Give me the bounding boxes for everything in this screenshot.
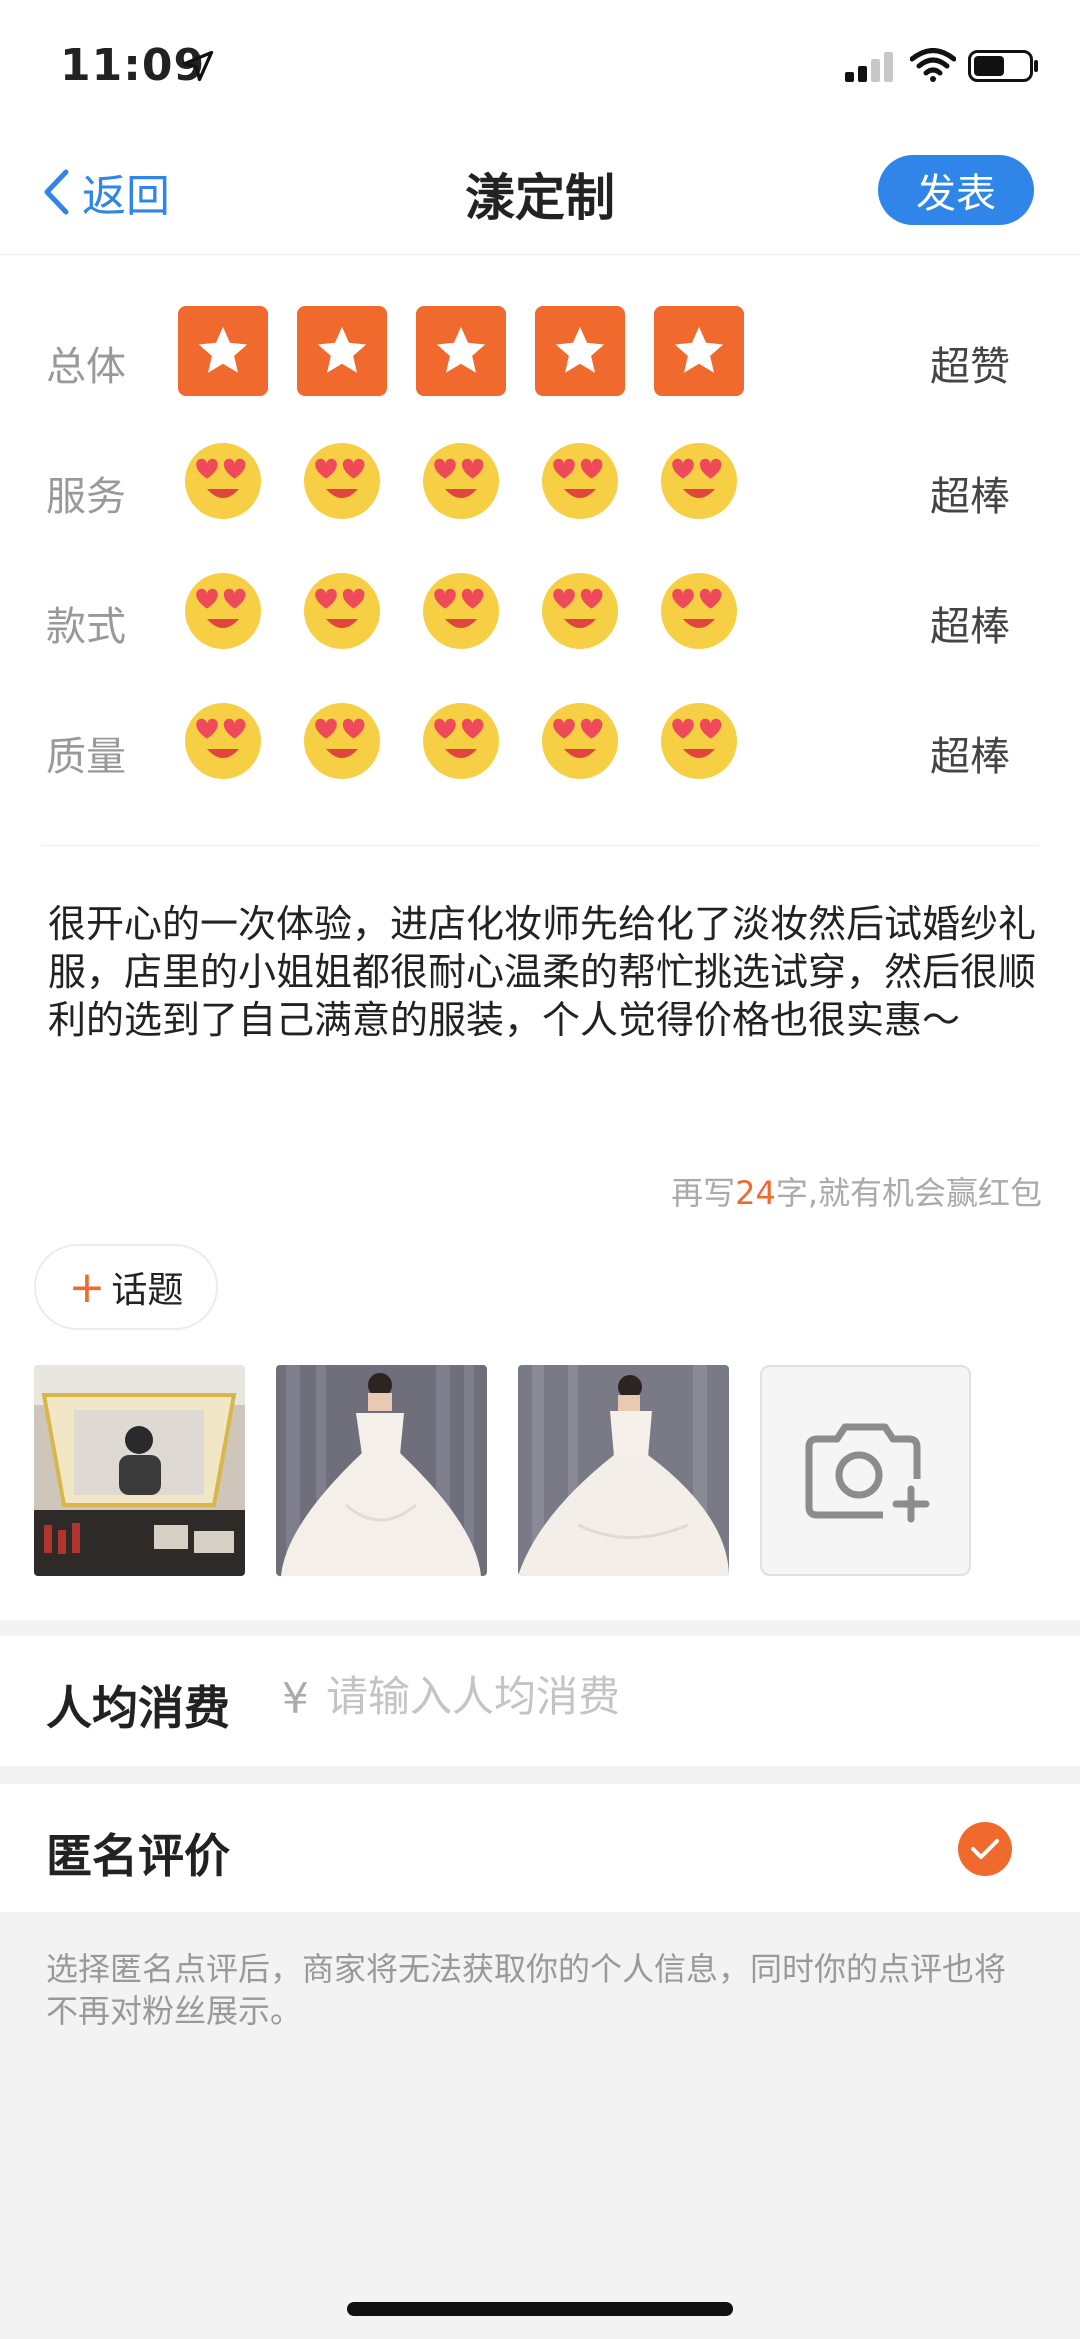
anonymous-review-row[interactable]: 匿名评价 (0, 1784, 1080, 1912)
star-icon[interactable] (535, 306, 625, 396)
heart-eyes-emoji-icon[interactable] (416, 436, 506, 526)
rating-label: 服务 (46, 474, 126, 520)
rating-row-overall: 总体 超赞 (0, 302, 1080, 412)
anonymous-note: 选择匿名点评后，商家将无法获取你的个人信息，同时你的点评也将不再对粉丝展示。 (46, 1950, 1007, 2030)
rating-value: 超赞 (930, 344, 1010, 390)
emoji-rating (178, 566, 744, 656)
rating-label: 质量 (46, 734, 126, 780)
heart-eyes-emoji-icon[interactable] (654, 696, 744, 786)
location-arrow-icon (182, 50, 214, 82)
heart-eyes-emoji-icon[interactable] (297, 566, 387, 656)
camera-plus-icon (805, 1423, 929, 1522)
heart-eyes-emoji-icon[interactable] (416, 696, 506, 786)
heart-eyes-emoji-icon[interactable] (178, 566, 268, 656)
star-icon[interactable] (297, 306, 387, 396)
review-text-area[interactable]: 很开心的一次体验，进店化妆师先给化了淡妆然后试婚纱礼服，店里的小姐姐都很耐心温柔… (48, 900, 1048, 1044)
heart-eyes-emoji-icon[interactable] (416, 566, 506, 656)
hint-suffix: 字,就有机会赢红包 (775, 1174, 1042, 1212)
wifi-icon (910, 48, 956, 82)
heart-eyes-emoji-icon[interactable] (178, 436, 268, 526)
rating-row-quality: 质量 超棒 (0, 692, 1080, 802)
battery-icon (968, 50, 1038, 82)
average-spend-label: 人均消费 (46, 1681, 230, 1735)
rating-row-service: 服务 超棒 (0, 432, 1080, 542)
heart-eyes-emoji-icon[interactable] (535, 696, 625, 786)
star-icon[interactable] (178, 306, 268, 396)
add-photo-button[interactable] (760, 1365, 971, 1576)
topic-label: 话题 (111, 1270, 184, 1311)
anonymous-review-label: 匿名评价 (46, 1829, 230, 1883)
average-spend-row: 人均消费 ¥ (0, 1636, 1080, 1766)
nav-bar: 返回 漾定制 发表 (0, 130, 1080, 255)
heart-eyes-emoji-icon[interactable] (178, 696, 268, 786)
add-topic-button[interactable]: + 话题 (34, 1244, 218, 1330)
heart-eyes-emoji-icon[interactable] (297, 436, 387, 526)
divider (42, 845, 1038, 846)
rating-value: 超棒 (930, 734, 1010, 780)
rating-label: 总体 (46, 344, 126, 390)
yen-symbol: ¥ (282, 1674, 309, 1723)
average-spend-input[interactable] (326, 1672, 926, 1721)
photo-wedding-dress-front[interactable] (276, 1365, 487, 1576)
signal-icon (845, 52, 893, 82)
heart-eyes-emoji-icon[interactable] (654, 436, 744, 526)
rating-row-style: 款式 超棒 (0, 562, 1080, 672)
star-icon[interactable] (416, 306, 506, 396)
photo-makeup-mirror[interactable] (34, 1365, 245, 1576)
hint-count: 24 (735, 1174, 776, 1212)
plus-icon: + (68, 1261, 106, 1313)
star-rating (178, 306, 744, 396)
checkmark-icon[interactable] (958, 1822, 1012, 1876)
photo-wedding-dress-back[interactable] (518, 1365, 729, 1576)
heart-eyes-emoji-icon[interactable] (535, 436, 625, 526)
rating-value: 超棒 (930, 604, 1010, 650)
heart-eyes-emoji-icon[interactable] (654, 566, 744, 656)
hint-prefix: 再写 (671, 1174, 736, 1212)
photo-list (34, 1365, 971, 1576)
emoji-rating (178, 436, 744, 526)
emoji-rating (178, 696, 744, 786)
rating-label: 款式 (46, 604, 126, 650)
heart-eyes-emoji-icon[interactable] (297, 696, 387, 786)
word-count-hint: 再写24字,就有机会赢红包 (671, 1168, 1042, 1214)
publish-button[interactable]: 发表 (878, 155, 1034, 225)
home-indicator[interactable] (347, 2302, 733, 2316)
status-bar: 11:09 (0, 0, 1080, 130)
rating-value: 超棒 (930, 474, 1010, 520)
heart-eyes-emoji-icon[interactable] (535, 566, 625, 656)
star-icon[interactable] (654, 306, 744, 396)
